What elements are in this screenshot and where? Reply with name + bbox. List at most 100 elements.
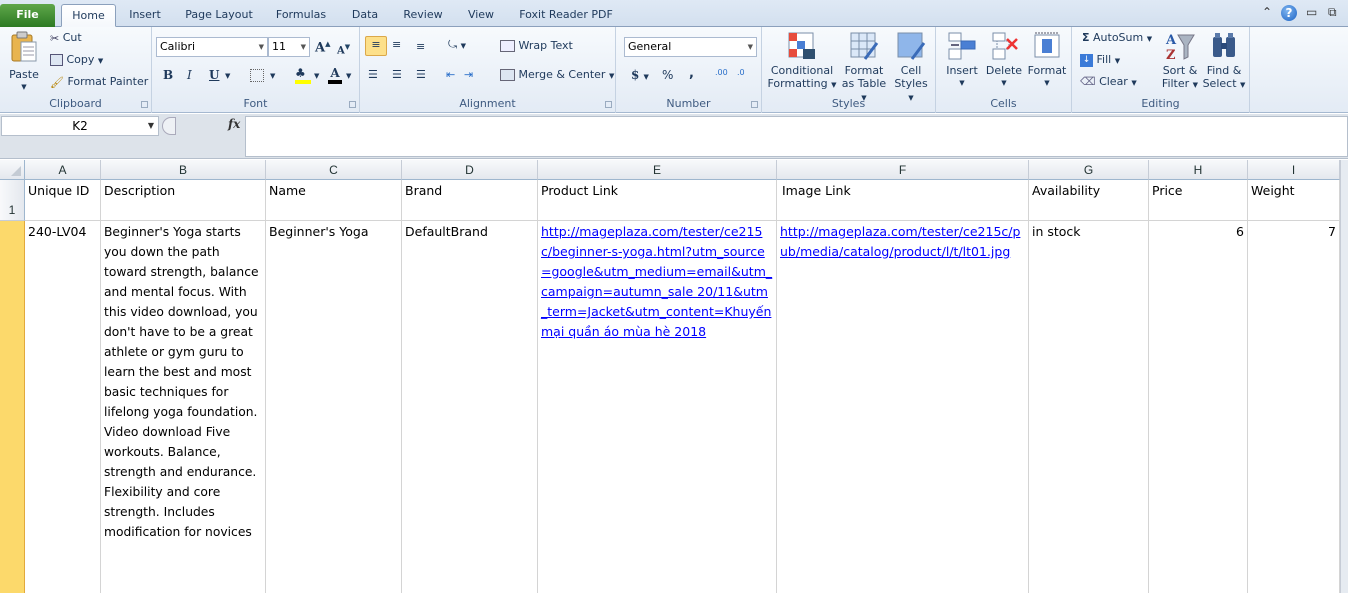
tab-page-layout[interactable]: Page Layout bbox=[180, 4, 258, 27]
help-icon[interactable]: ? bbox=[1281, 5, 1297, 21]
tab-file[interactable]: File bbox=[0, 4, 55, 27]
formula-input[interactable] bbox=[245, 116, 1348, 157]
middle-align-button[interactable]: ≡ bbox=[392, 38, 401, 51]
formula-bar-splitter[interactable] bbox=[162, 117, 176, 135]
comma-button[interactable]: , bbox=[689, 66, 694, 81]
grow-font-button[interactable]: A▲ bbox=[315, 39, 330, 55]
cell-h2[interactable]: 6 bbox=[1149, 221, 1248, 593]
font-color-button[interactable]: A bbox=[328, 66, 342, 84]
cell-f1[interactable]: Image Link bbox=[777, 180, 1029, 221]
format-as-table-button[interactable]: Format as Table ▼ bbox=[840, 31, 888, 105]
conditional-formatting-button[interactable]: Conditional Formatting ▼ bbox=[766, 31, 838, 92]
fill-color-button[interactable]: ♣ bbox=[295, 66, 311, 84]
cell-a1[interactable]: Unique ID bbox=[25, 180, 101, 221]
cell-e1[interactable]: Product Link bbox=[538, 180, 777, 221]
merge-center-button[interactable]: Merge & Center ▼ bbox=[500, 68, 614, 81]
tab-foxit-reader-pdf[interactable]: Foxit Reader PDF bbox=[514, 4, 618, 27]
bottom-align-button[interactable]: ≡ bbox=[416, 40, 425, 53]
name-box-dropdown-icon[interactable]: ▼ bbox=[148, 117, 154, 135]
cell-c1[interactable]: Name bbox=[266, 180, 402, 221]
copy-button[interactable]: Copy ▼ bbox=[50, 53, 103, 66]
format-painter-button[interactable]: 🖌 Format Painter bbox=[50, 75, 148, 89]
find-select-button[interactable]: Find & Select ▼ bbox=[1202, 31, 1246, 92]
clipboard-launcher-icon[interactable] bbox=[141, 101, 148, 108]
borders-button[interactable] bbox=[250, 69, 264, 82]
top-align-button[interactable]: ≡ bbox=[365, 36, 387, 56]
bold-button[interactable]: B bbox=[163, 68, 173, 82]
vertical-scrollbar[interactable] bbox=[1340, 160, 1348, 593]
cell-g2[interactable]: in stock bbox=[1029, 221, 1149, 593]
fill-button[interactable]: ↓ Fill ▼ bbox=[1080, 53, 1120, 67]
autosum-button[interactable]: Σ AutoSum ▼ bbox=[1082, 31, 1152, 44]
window-minimize-icon[interactable]: ▭ bbox=[1306, 5, 1317, 19]
tab-view[interactable]: View bbox=[460, 4, 502, 27]
tab-home[interactable]: Home bbox=[61, 4, 116, 27]
insert-function-button[interactable]: fx bbox=[228, 117, 240, 131]
column-header-c[interactable]: C bbox=[266, 160, 402, 180]
column-header-e[interactable]: E bbox=[538, 160, 777, 180]
cut-button[interactable]: ✂ Cut bbox=[50, 31, 82, 45]
cell-c2[interactable]: Beginner's Yoga bbox=[266, 221, 402, 593]
insert-cells-button[interactable]: Insert ▼ bbox=[942, 31, 982, 90]
row-header-1[interactable]: 1 bbox=[0, 180, 25, 221]
column-header-i[interactable]: I bbox=[1248, 160, 1340, 180]
increase-indent-button[interactable]: ⇥ bbox=[464, 68, 473, 81]
decrease-decimal-button[interactable]: .0 bbox=[737, 68, 745, 77]
cell-d1[interactable]: Brand bbox=[402, 180, 538, 221]
borders-dropdown-icon[interactable]: ▼ bbox=[270, 72, 275, 80]
name-box[interactable]: K2 ▼ bbox=[1, 116, 159, 136]
minimize-ribbon-icon[interactable]: ⌃ bbox=[1262, 5, 1272, 19]
underline-dropdown-icon[interactable]: ▼ bbox=[225, 72, 230, 80]
column-header-b[interactable]: B bbox=[101, 160, 266, 180]
merge-dropdown-icon[interactable]: ▼ bbox=[609, 72, 614, 80]
window-restore-icon[interactable]: ⧉ bbox=[1328, 5, 1337, 20]
delete-cells-button[interactable]: Delete ▼ bbox=[984, 31, 1024, 90]
paste-button[interactable]: Paste ▼ bbox=[6, 31, 42, 94]
cell-b2[interactable]: Beginner's Yoga starts you down the path… bbox=[101, 221, 266, 593]
font-launcher-icon[interactable] bbox=[349, 101, 356, 108]
row-header-2[interactable] bbox=[0, 221, 25, 593]
product-link[interactable]: http://mageplaza.com/tester/ce215c/begin… bbox=[541, 224, 772, 339]
cell-h1[interactable]: Price bbox=[1149, 180, 1248, 221]
select-all-button[interactable] bbox=[0, 160, 25, 180]
decrease-indent-button[interactable]: ⇤ bbox=[446, 68, 455, 81]
font-size-dropdown[interactable]: 11 ▼ bbox=[268, 37, 310, 57]
cell-d2[interactable]: DefaultBrand bbox=[402, 221, 538, 593]
column-header-h[interactable]: H bbox=[1149, 160, 1248, 180]
clear-button[interactable]: ⌫ Clear ▼ bbox=[1080, 75, 1137, 88]
cell-a2[interactable]: 240-LV04 bbox=[25, 221, 101, 593]
tab-review[interactable]: Review bbox=[398, 4, 448, 27]
copy-dropdown-icon[interactable]: ▼ bbox=[98, 57, 103, 65]
italic-button[interactable]: I bbox=[187, 68, 192, 82]
cell-b1[interactable]: Description bbox=[101, 180, 266, 221]
percent-button[interactable]: % bbox=[662, 68, 673, 82]
number-launcher-icon[interactable] bbox=[751, 101, 758, 108]
align-right-button[interactable]: ☰ bbox=[416, 68, 426, 81]
align-left-button[interactable]: ☰ bbox=[368, 68, 378, 81]
cell-g1[interactable]: Availability bbox=[1029, 180, 1149, 221]
sort-filter-button[interactable]: AZ Sort & Filter ▼ bbox=[1160, 31, 1200, 92]
tab-formulas[interactable]: Formulas bbox=[270, 4, 332, 27]
column-header-g[interactable]: G bbox=[1029, 160, 1149, 180]
wrap-text-button[interactable]: Wrap Text bbox=[500, 39, 573, 52]
format-cells-button[interactable]: Format ▼ bbox=[1026, 31, 1068, 90]
fill-color-dropdown-icon[interactable]: ▼ bbox=[314, 72, 319, 80]
cell-i2[interactable]: 7 bbox=[1248, 221, 1340, 593]
cell-e2[interactable]: http://mageplaza.com/tester/ce215c/begin… bbox=[538, 221, 777, 593]
number-format-dropdown[interactable]: General ▼ bbox=[624, 37, 757, 57]
tab-data[interactable]: Data bbox=[344, 4, 386, 27]
underline-button[interactable]: U bbox=[209, 68, 219, 82]
tab-insert[interactable]: Insert bbox=[122, 4, 168, 27]
column-header-d[interactable]: D bbox=[402, 160, 538, 180]
image-link[interactable]: http://mageplaza.com/tester/ce215c/pub/m… bbox=[780, 224, 1020, 259]
cell-styles-button[interactable]: Cell Styles ▼ bbox=[890, 31, 932, 105]
increase-decimal-button[interactable]: .00 bbox=[715, 68, 728, 77]
column-header-f[interactable]: F bbox=[777, 160, 1029, 180]
font-name-dropdown[interactable]: Calibri ▼ bbox=[156, 37, 268, 57]
shrink-font-button[interactable]: A▼ bbox=[337, 42, 350, 56]
cell-i1[interactable]: Weight bbox=[1248, 180, 1340, 221]
orientation-button[interactable]: ⤿ ▼ bbox=[448, 38, 466, 52]
align-center-button[interactable]: ☰ bbox=[392, 68, 402, 81]
currency-button[interactable]: $ ▼ bbox=[631, 68, 649, 82]
cell-f2[interactable]: http://mageplaza.com/tester/ce215c/pub/m… bbox=[777, 221, 1029, 593]
